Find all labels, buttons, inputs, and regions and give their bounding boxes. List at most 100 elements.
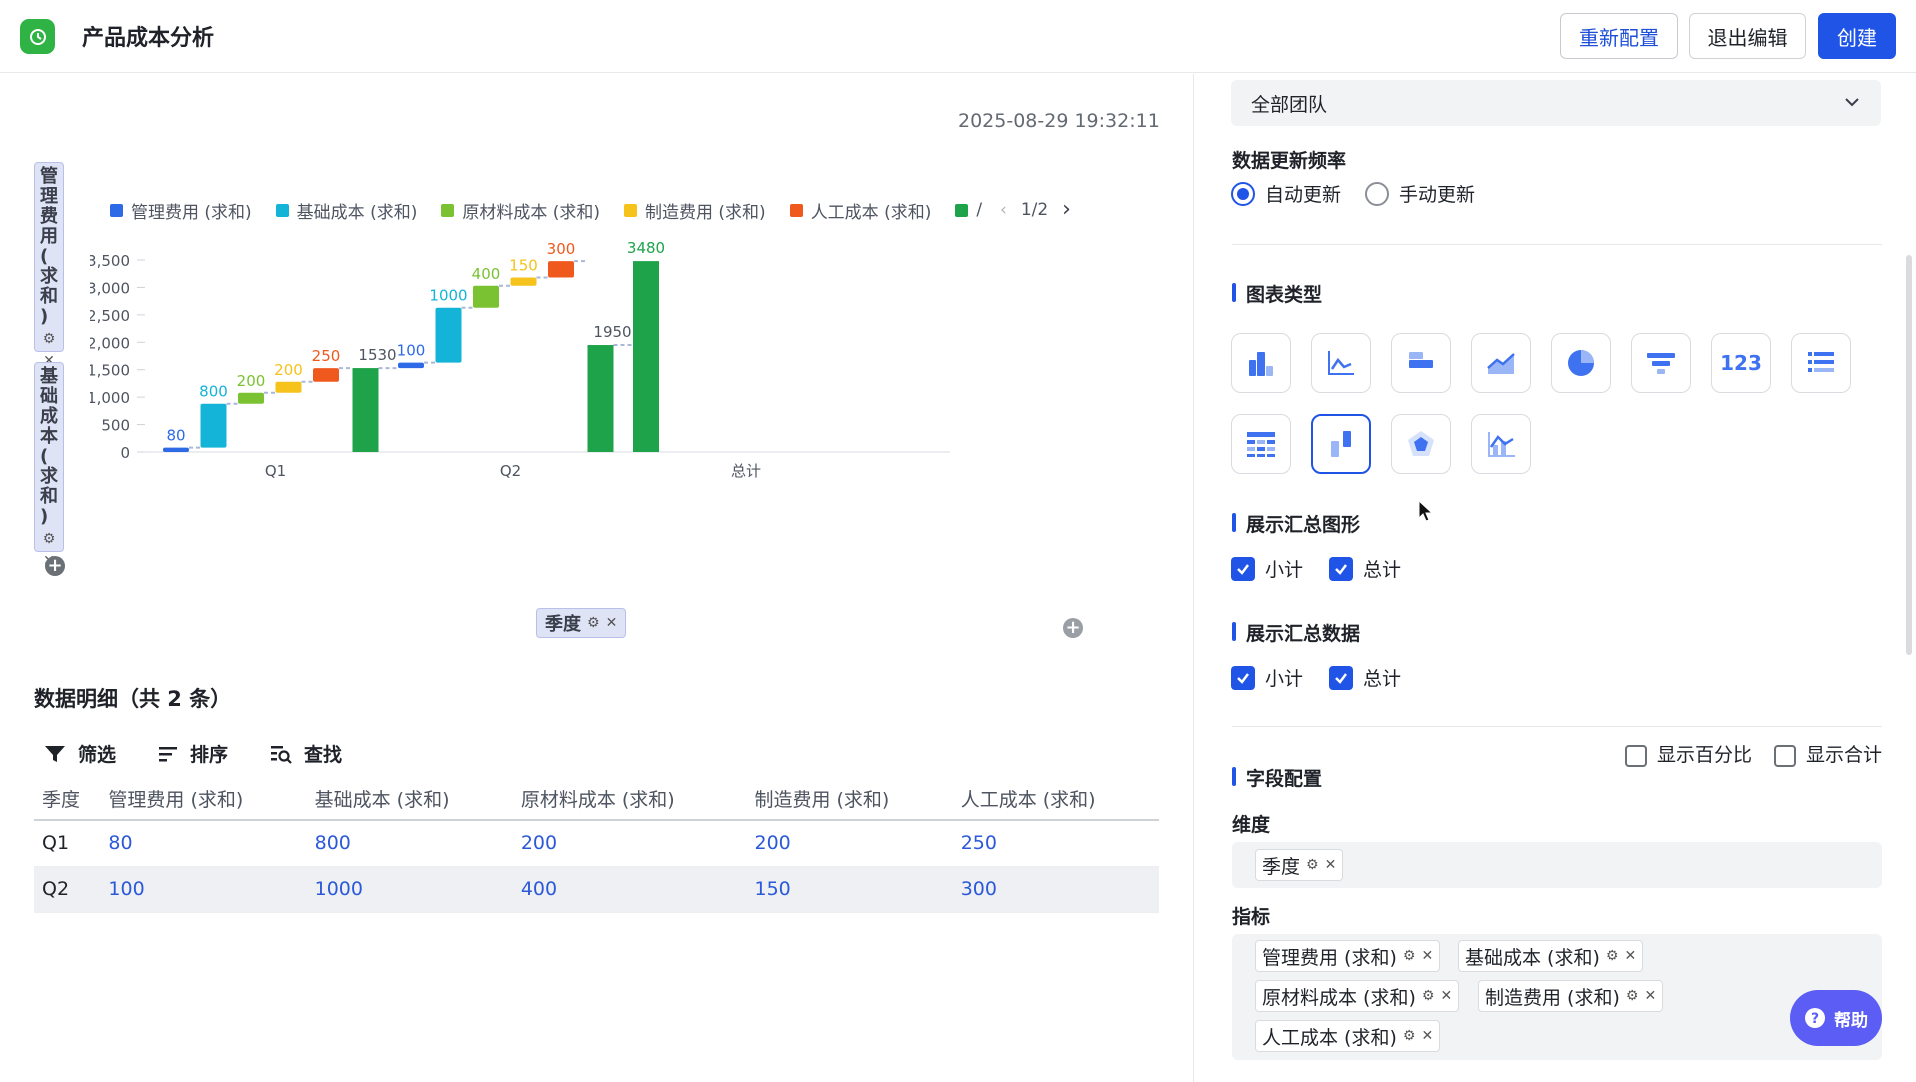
- data-subtotal-checkbox[interactable]: 小计: [1231, 664, 1303, 691]
- table-row[interactable]: Q1 80 800 200 200 250: [34, 820, 1159, 867]
- manual-update-label: 手动更新: [1399, 184, 1476, 206]
- row-field-tag-char: 成: [40, 406, 58, 427]
- table-toolbar: 筛选 排序 查找: [44, 740, 342, 767]
- chart-type-title: 图表类型: [1232, 280, 1322, 307]
- close-icon[interactable]: ✕: [1421, 948, 1433, 964]
- table-row[interactable]: Q2 100 1000 400 150 300: [34, 866, 1159, 913]
- svg-text:?: ?: [1811, 1011, 1819, 1027]
- gear-icon[interactable]: ⚙: [1403, 948, 1416, 964]
- manual-update-radio[interactable]: 手动更新: [1365, 180, 1475, 207]
- legend-item[interactable]: 原材料成本 (求和): [441, 198, 600, 223]
- gear-icon[interactable]: ⚙: [1306, 857, 1319, 873]
- table-chart-icon[interactable]: [1231, 414, 1291, 474]
- waterfall-bar: [473, 285, 499, 308]
- gear-icon[interactable]: ⚙: [43, 329, 56, 349]
- chevron-right-icon[interactable]: ›: [1062, 197, 1071, 222]
- gear-icon[interactable]: ⚙: [43, 529, 56, 549]
- team-select[interactable]: 全部团队: [1231, 80, 1881, 126]
- metric-chip[interactable]: 基础成本 (求和) ⚙ ✕: [1458, 940, 1644, 972]
- waterfall-chart-icon[interactable]: [1311, 414, 1371, 474]
- y-tick-label: 0: [120, 444, 130, 462]
- find-button[interactable]: 查找: [270, 740, 342, 767]
- number-card-icon[interactable]: 123: [1711, 333, 1771, 393]
- metric-chip[interactable]: 制造费用 (求和) ⚙ ✕: [1478, 980, 1664, 1012]
- close-icon[interactable]: ✕: [606, 615, 618, 631]
- column-header[interactable]: 季度: [34, 778, 101, 821]
- chevron-left-icon[interactable]: ‹: [1000, 200, 1007, 220]
- create-button[interactable]: 创建: [1818, 13, 1896, 59]
- column-header[interactable]: 人工成本 (求和): [952, 778, 1159, 821]
- table-cell: 150: [746, 866, 953, 913]
- close-icon[interactable]: ✕: [1325, 857, 1337, 873]
- legend-item[interactable]: 管理费用 (求和): [110, 198, 252, 223]
- exit-edit-button[interactable]: 退出编辑: [1689, 13, 1806, 59]
- gear-icon[interactable]: ⚙: [1606, 948, 1619, 964]
- help-button[interactable]: ? 帮助: [1790, 990, 1882, 1046]
- checkbox-checked[interactable]: [1231, 665, 1255, 690]
- area-chart-icon[interactable]: [1471, 333, 1531, 393]
- gear-icon[interactable]: ⚙: [1422, 988, 1435, 1004]
- gear-icon[interactable]: ⚙: [587, 615, 600, 631]
- gear-icon[interactable]: ⚙: [1403, 1028, 1416, 1044]
- legend-item[interactable]: 基础成本 (求和): [275, 198, 417, 223]
- metric-chip[interactable]: 人工成本 (求和) ⚙ ✕: [1255, 1020, 1441, 1052]
- bar-chart-icon[interactable]: [1391, 333, 1451, 393]
- add-column-field-icon[interactable]: +: [1063, 618, 1083, 638]
- filter-label: 筛选: [78, 744, 117, 766]
- reconfigure-button[interactable]: 重新配置: [1560, 13, 1678, 59]
- radar-chart-icon[interactable]: [1391, 414, 1451, 474]
- column-header[interactable]: 管理费用 (求和): [100, 778, 307, 821]
- close-icon[interactable]: ✕: [1624, 948, 1636, 964]
- row-field-tag-admin-cost[interactable]: 管理费用(求和) ⚙ ✕: [34, 162, 64, 369]
- legend-swatch: [110, 203, 123, 217]
- filter-button[interactable]: 筛选: [44, 740, 116, 767]
- legend-item[interactable]: 制造费用 (求和): [624, 198, 766, 223]
- find-icon: [271, 745, 292, 764]
- metric-drop-zone[interactable]: 管理费用 (求和) ⚙ ✕ 基础成本 (求和) ⚙ ✕ 原材料成本 (求和) ⚙ ✕ 制造费…: [1232, 934, 1882, 1060]
- checkbox-checked[interactable]: [1329, 556, 1353, 581]
- close-icon[interactable]: ✕: [1440, 988, 1452, 1004]
- row-field-tag-char: 用: [40, 226, 58, 247]
- divider: [1232, 726, 1882, 727]
- chip-label: 基础成本 (求和): [1465, 946, 1600, 969]
- settings-scrollbar[interactable]: [1906, 255, 1912, 655]
- dual-axis-chart-icon[interactable]: [1471, 414, 1531, 474]
- gear-icon[interactable]: ⚙: [1626, 988, 1639, 1004]
- auto-update-radio[interactable]: 自动更新: [1231, 180, 1341, 207]
- chip-label: 管理费用 (求和): [1262, 946, 1397, 969]
- sort-button[interactable]: 排序: [158, 740, 228, 767]
- pie-chart-icon[interactable]: [1551, 333, 1611, 393]
- column-header[interactable]: 基础成本 (求和): [306, 778, 513, 821]
- dimension-chip[interactable]: 季度 ⚙ ✕: [1255, 849, 1344, 881]
- metric-chip[interactable]: 原材料成本 (求和) ⚙ ✕: [1255, 980, 1460, 1012]
- data-label: 250: [312, 347, 341, 365]
- dimension-drop-zone[interactable]: 季度 ⚙ ✕: [1232, 842, 1882, 888]
- radio-unselected[interactable]: [1365, 181, 1389, 206]
- column-chart-icon[interactable]: [1231, 333, 1291, 393]
- data-label: 80: [166, 427, 185, 445]
- close-icon[interactable]: ✕: [1421, 1028, 1433, 1044]
- shape-subtotal-checkbox[interactable]: 小计: [1231, 555, 1303, 582]
- column-header[interactable]: 原材料成本 (求和): [512, 778, 747, 821]
- line-chart-icon[interactable]: [1311, 333, 1371, 393]
- funnel-chart-icon[interactable]: [1631, 333, 1691, 393]
- metric-chip[interactable]: 管理费用 (求和) ⚙ ✕: [1255, 940, 1441, 972]
- row-field-tag-char: 基: [40, 366, 58, 387]
- data-detail-title: 数据明细（共 2 条）: [34, 687, 232, 711]
- column-dimension-tag[interactable]: 季度 ⚙ ✕: [536, 608, 627, 638]
- column-header[interactable]: 制造费用 (求和): [746, 778, 953, 821]
- row-field-tag-base-cost[interactable]: 基础成本(求和) ⚙ ✕: [34, 362, 64, 569]
- shape-total-checkbox[interactable]: 总计: [1329, 555, 1401, 582]
- add-row-field-icon[interactable]: +: [45, 556, 65, 576]
- radio-selected[interactable]: [1231, 181, 1255, 206]
- y-tick-label: 500: [101, 417, 130, 435]
- legend-item[interactable]: 人工成本 (求和): [789, 198, 931, 223]
- legend-item[interactable]: /: [955, 200, 982, 220]
- data-total-checkbox[interactable]: 总计: [1329, 664, 1401, 691]
- table-cell: 250: [952, 820, 1159, 867]
- checkbox-checked[interactable]: [1231, 556, 1255, 581]
- list-chart-icon[interactable]: [1791, 333, 1851, 393]
- checkbox-checked[interactable]: [1329, 665, 1353, 690]
- close-icon[interactable]: ✕: [1644, 988, 1656, 1004]
- table-header-row: 季度 管理费用 (求和) 基础成本 (求和) 原材料成本 (求和) 制造费用 (…: [34, 778, 1159, 821]
